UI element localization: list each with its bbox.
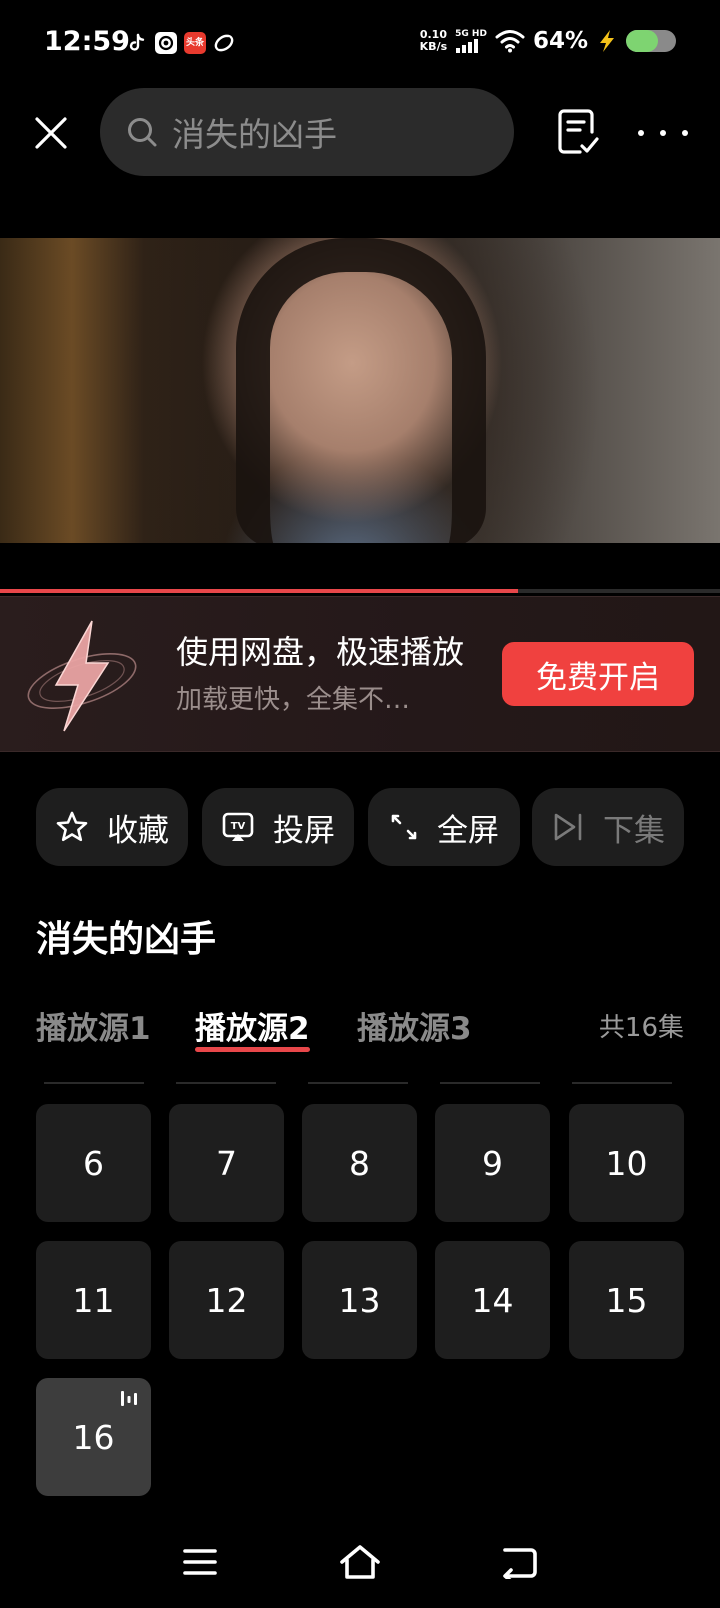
cast-tv-icon: TV <box>222 812 254 841</box>
progress-bar[interactable] <box>0 589 720 593</box>
back-icon <box>503 1548 537 1579</box>
cast-button[interactable]: TV 投屏 <box>202 788 354 866</box>
cell-signal-icon <box>456 38 479 53</box>
episode-button[interactable]: 11 <box>36 1241 151 1359</box>
tiktok-icon <box>126 32 148 54</box>
wifi-icon <box>495 30 525 53</box>
episode-button[interactable]: 14 <box>435 1241 550 1359</box>
episode-button[interactable]: 10 <box>569 1104 684 1222</box>
tab-source-2-label: 播放源2 <box>195 1011 310 1047</box>
document-check-icon <box>558 109 599 154</box>
header: 消失的凶手 <box>0 88 720 178</box>
close-icon <box>35 117 67 149</box>
search-input[interactable]: 消失的凶手 <box>100 88 514 176</box>
action-bar: 收藏 TV 投屏 全屏 下集 <box>36 788 684 866</box>
episode-button-current[interactable]: 16 <box>36 1378 151 1496</box>
search-text: 消失的凶手 <box>172 115 337 154</box>
cellular-signal: 5G HD <box>455 28 487 53</box>
next-episode-button[interactable]: 下集 <box>532 788 684 866</box>
episode-button[interactable]: 6 <box>36 1104 151 1222</box>
active-tab-indicator <box>195 1047 310 1052</box>
promo-title: 使用网盘，极速播放 <box>176 633 465 671</box>
episode-button[interactable]: 15 <box>569 1241 684 1359</box>
system-navigation-bar <box>0 1540 720 1590</box>
search-icon <box>128 118 157 147</box>
status-indicators: 0.10 KB/s 5G HD 64% <box>420 28 676 54</box>
battery-icon <box>626 30 676 52</box>
lightning-icon <box>22 615 142 735</box>
free-enable-button[interactable]: 免费开启 <box>502 642 694 706</box>
battery-percent: 64% <box>532 28 588 54</box>
episode-button[interactable]: 8 <box>302 1104 417 1222</box>
favorite-button[interactable]: 收藏 <box>36 788 188 866</box>
video-player[interactable] <box>0 238 720 543</box>
star-icon <box>56 811 88 842</box>
svg-text:TV: TV <box>231 821 246 832</box>
more-dot <box>682 130 688 136</box>
status-app-icons: 头条 <box>126 32 235 54</box>
progress-fill <box>0 589 519 593</box>
more-dot <box>660 130 666 136</box>
row-edge <box>440 1082 540 1084</box>
favorite-label: 收藏 <box>107 812 169 849</box>
tab-source-2[interactable]: 播放源2 <box>195 1003 310 1052</box>
more-dot <box>638 130 644 136</box>
back-button[interactable] <box>498 1542 542 1582</box>
episode-button[interactable]: 13 <box>302 1241 417 1359</box>
source-tabs: 播放源1 播放源2 播放源3 共16集 <box>36 1003 684 1053</box>
home-button[interactable] <box>338 1542 382 1582</box>
fullscreen-button[interactable]: 全屏 <box>368 788 520 866</box>
episode-number: 16 <box>72 1417 115 1457</box>
row-edge <box>308 1082 408 1084</box>
close-button[interactable] <box>28 110 74 156</box>
signal-label: 5G HD <box>455 28 487 39</box>
network-speed: 0.10 KB/s <box>420 29 447 53</box>
cast-label: 投屏 <box>273 812 335 849</box>
promo-banner[interactable]: 使用网盘，极速播放 加载更快，全集不… 免费开启 <box>0 596 720 752</box>
episode-button[interactable]: 7 <box>169 1104 284 1222</box>
charging-icon <box>600 30 614 52</box>
network-speed-unit: KB/s <box>419 40 448 53</box>
row-edge <box>176 1082 276 1084</box>
show-title: 消失的凶手 <box>36 919 217 960</box>
link-app-icon <box>213 32 235 54</box>
episode-count: 共16集 <box>598 1013 684 1043</box>
camera-app-icon <box>155 32 177 54</box>
battery-fill <box>626 30 658 52</box>
status-time: 12:59 <box>44 26 130 57</box>
now-playing-icon <box>121 1391 137 1406</box>
video-frame-figure <box>236 238 486 543</box>
tab-source-3[interactable]: 播放源3 <box>357 1003 472 1048</box>
episode-button[interactable]: 9 <box>435 1104 550 1222</box>
toutiao-app-badge: 头条 <box>185 38 204 48</box>
page: 12:59 头条 0.10 KB/s 5G HD 64% 消失的凶手 使用网盘，… <box>0 0 720 1608</box>
toutiao-app-icon: 头条 <box>184 32 206 54</box>
row-edge <box>572 1082 672 1084</box>
home-icon <box>340 1545 380 1579</box>
document-button[interactable] <box>556 108 602 158</box>
next-episode-icon <box>554 813 582 841</box>
row-edge <box>44 1082 144 1084</box>
episode-button[interactable]: 12 <box>169 1241 284 1359</box>
tab-source-1[interactable]: 播放源1 <box>36 1003 151 1048</box>
status-bar: 12:59 头条 0.10 KB/s 5G HD 64% <box>0 0 720 88</box>
next-episode-label: 下集 <box>603 812 665 849</box>
promo-subtitle: 加载更快，全集不… <box>176 685 411 715</box>
menu-button[interactable] <box>178 1542 222 1582</box>
more-button[interactable] <box>638 110 688 156</box>
fullscreen-label: 全屏 <box>437 812 499 849</box>
fullscreen-icon <box>391 814 417 840</box>
menu-icon <box>183 1549 217 1575</box>
scrolled-row-edge <box>36 1082 684 1086</box>
